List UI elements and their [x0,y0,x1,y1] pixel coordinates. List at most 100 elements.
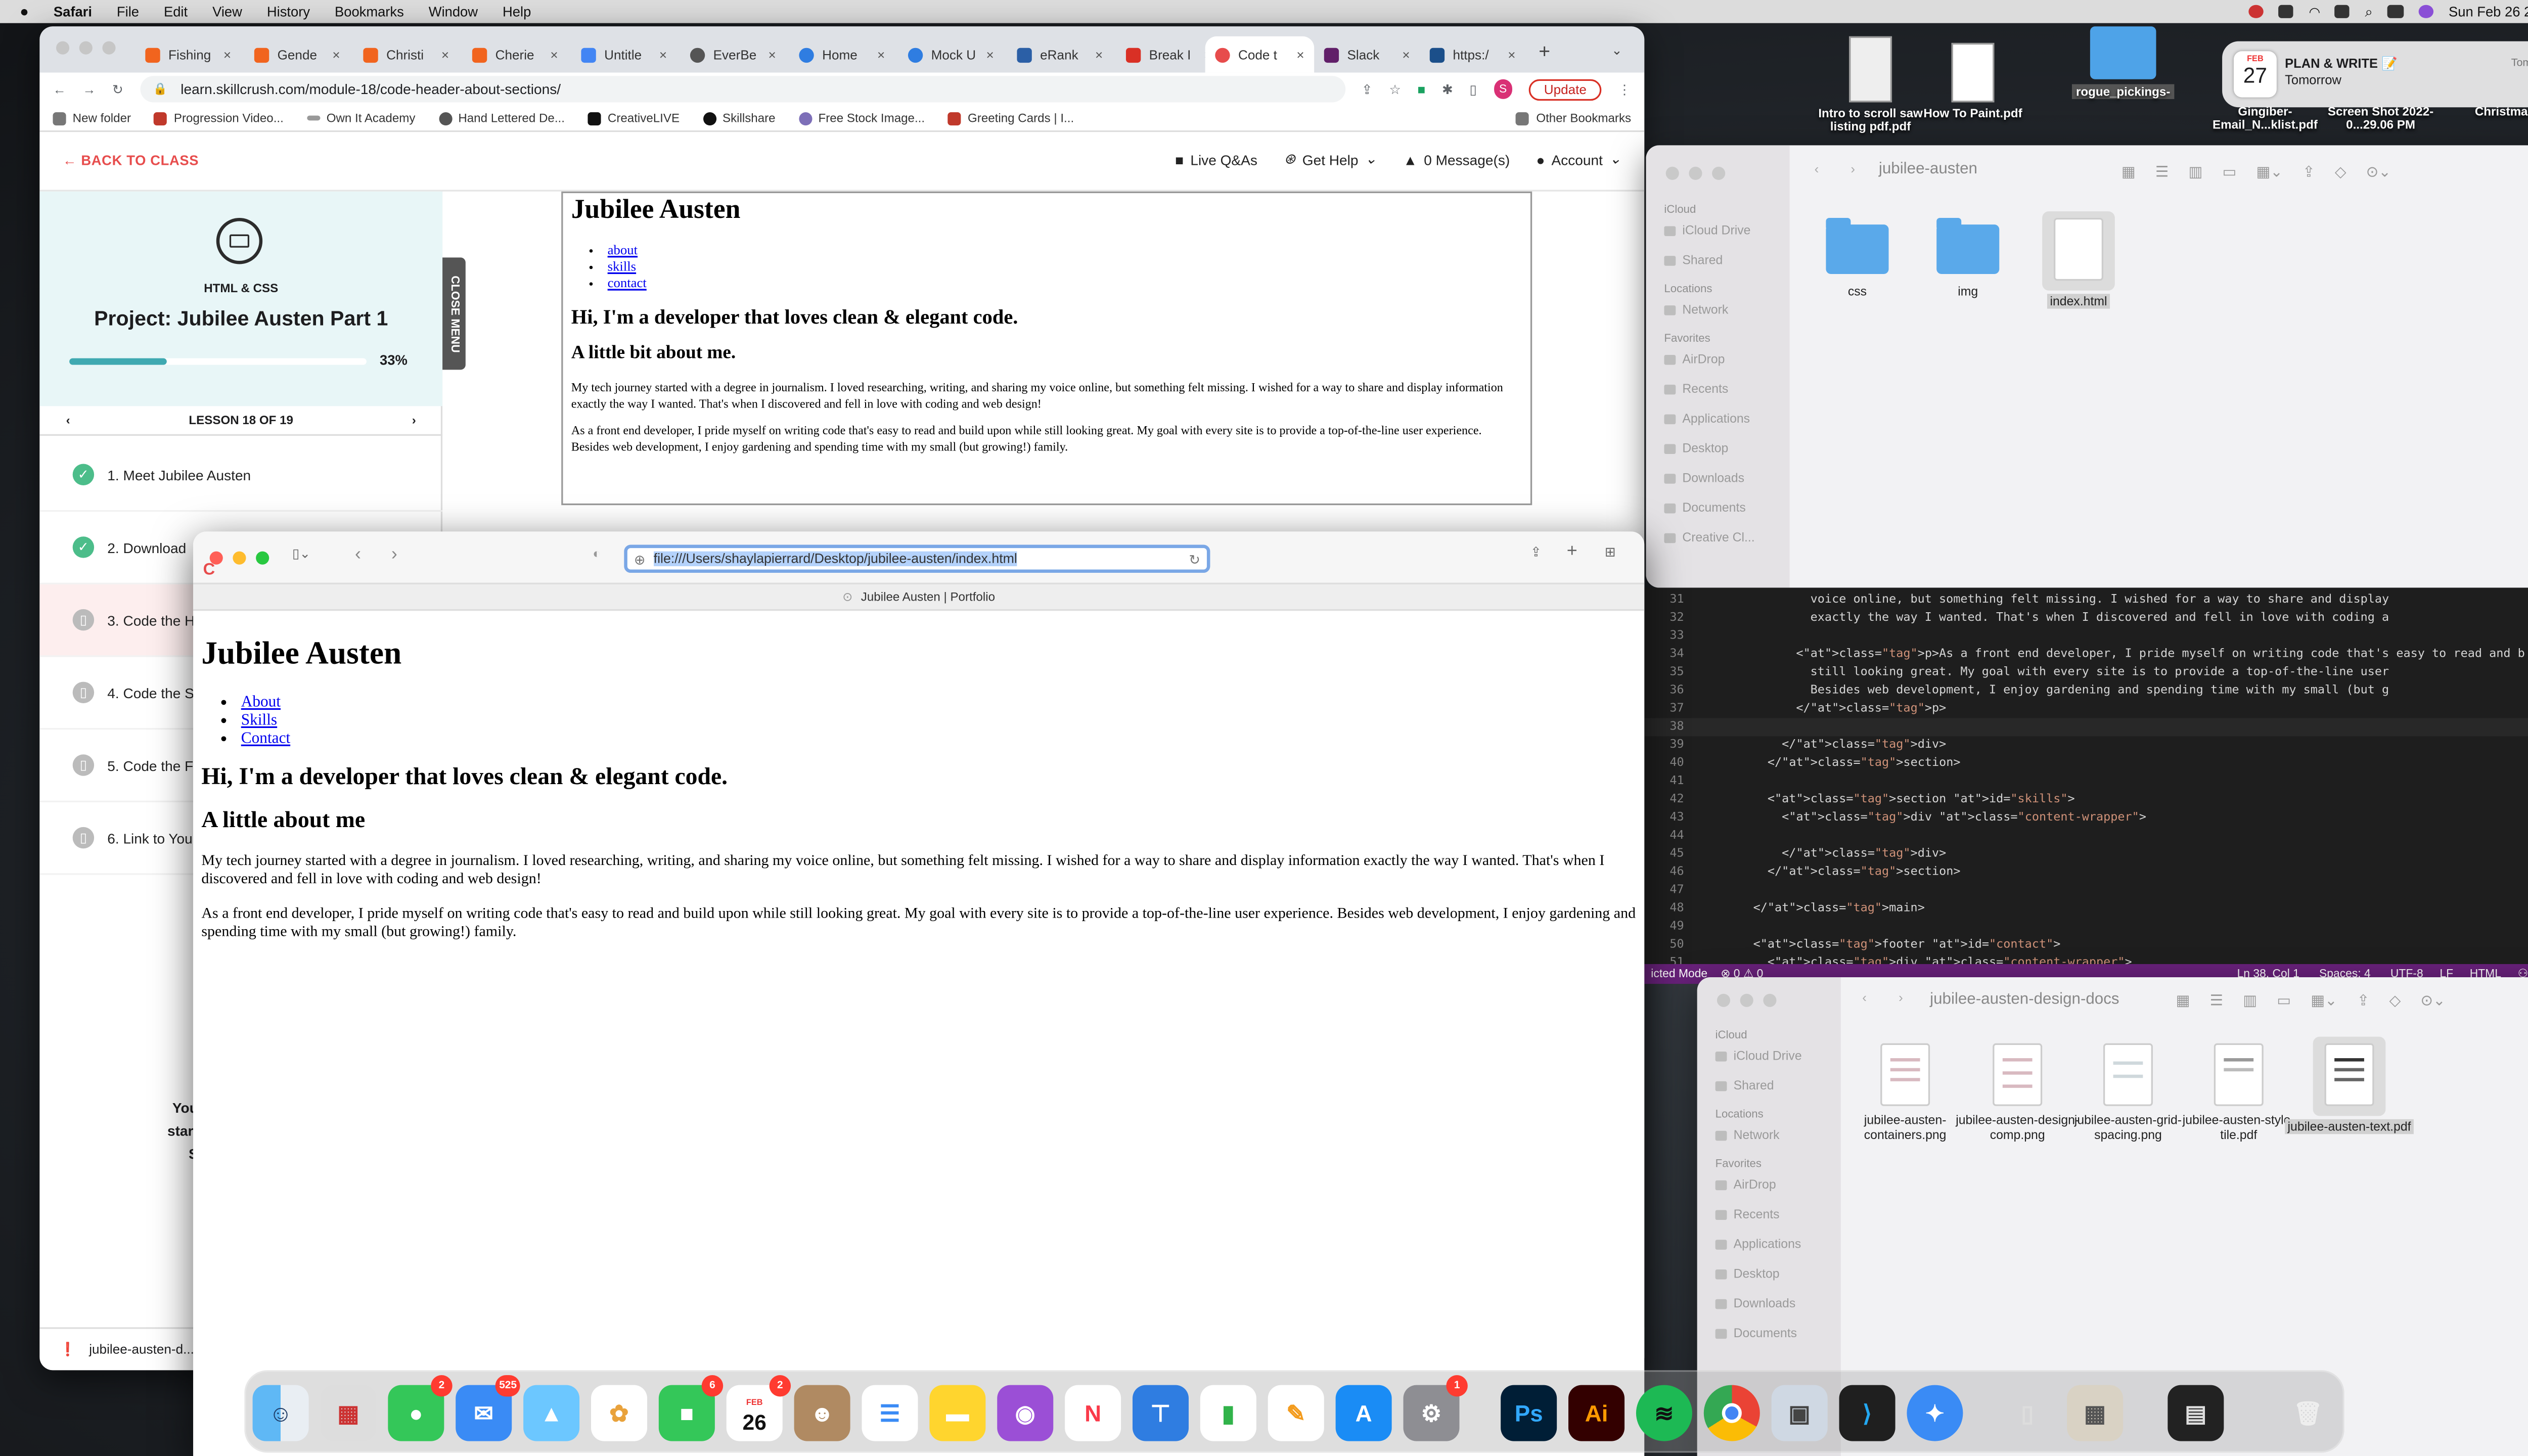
dock-trash[interactable]: 🗑 [2280,1385,2336,1441]
dock-calendar[interactable]: FEB 26 2 [726,1375,791,1441]
account-link[interactable]: ● Account ⌄ [1536,150,1621,168]
tab-code-active[interactable]: Code t × [1205,36,1315,73]
close-tab-icon[interactable]: × [1095,47,1103,62]
sidebar-toggle-icon[interactable]: ▯⌄ [292,547,310,561]
tab-everbee[interactable]: EverBe × [680,36,786,73]
bookmark-star-icon[interactable]: ☆ [1389,82,1401,97]
minimize-window-icon[interactable] [79,41,93,55]
group-icon[interactable]: ▦⌄ [2311,992,2337,1010]
tag-icon[interactable]: ◇ [2335,163,2346,181]
new-tab-icon[interactable]: + [1539,39,1550,63]
dock-preview[interactable]: ▣ [1771,1385,1828,1441]
privacy-shield-icon[interactable]: ◐ [593,547,601,561]
forward-arrow-icon[interactable]: › [1850,162,1855,176]
bookmark-greeting-cards[interactable]: Greeting Cards | I... [947,111,1074,125]
sidebar-item-recents[interactable]: Recents [1715,1207,1841,1221]
dock-messages[interactable]: ● 2 [388,1375,453,1441]
back-to-class-link[interactable]: ← BACK TO CLASS [63,152,199,168]
sidebar-item-applications[interactable]: Applications [1664,411,1789,426]
icon-view-icon[interactable]: ▦ [2121,163,2136,181]
prev-lesson-icon[interactable]: ‹ [66,413,70,427]
tab-erank[interactable]: eRank × [1007,36,1113,73]
dock-safari[interactable]: ✦ [1907,1385,1963,1441]
tab-mock[interactable]: Mock U × [898,36,1004,73]
maximize-window-icon[interactable] [102,41,116,55]
close-tab-icon[interactable]: × [659,47,667,62]
code-line[interactable]: 42 <"at">class="tag">section "at">id="sk… [1644,791,2528,809]
code-line[interactable]: 40 </"at">class="tag">section> [1644,754,2528,772]
control-center-icon[interactable] [2335,5,2351,18]
close-tab-icon[interactable]: × [332,47,340,62]
live-qa-link[interactable]: ■ Live Q&As [1175,150,1257,168]
dock-news[interactable]: N [1065,1385,1121,1441]
tab-home[interactable]: Home × [789,36,895,73]
share-icon[interactable]: ⇪ [1530,545,1542,560]
sidebar-item-downloads[interactable]: Downloads [1715,1296,1841,1311]
code-line[interactable]: 38 [1644,718,2528,737]
close-tab-icon[interactable]: × [441,47,449,62]
code-line[interactable]: 36 Besides web development, I enjoy gard… [1644,682,2528,700]
bookmark-new-folder[interactable]: New folder [53,111,131,125]
dock-chrome[interactable] [1703,1385,1760,1441]
desktop-file-screenshot[interactable]: Screen Shot 2022-0...29.06 PM [2318,105,2443,132]
file-text-pdf[interactable]: jubilee-austen-text.pdf [2283,1036,2415,1134]
bookmark-hand-lettered[interactable]: Hand Lettered De... [438,111,565,125]
tab-etsy-christi[interactable]: Christi × [353,36,459,73]
dock-vscode[interactable]: ⟩ [1839,1385,1895,1441]
reload-icon[interactable]: ↻ [1189,551,1200,567]
nav-link-skills[interactable]: Skills [241,711,277,730]
desktop-file-gingiber[interactable]: Gingiber-Email_N...klist.pdf [2213,105,2318,132]
code-line[interactable]: 46 </"at">class="tag">section> [1644,863,2528,882]
sidebar-item-recents[interactable]: Recents [1664,381,1789,396]
code-line[interactable]: 49 [1644,918,2528,936]
tag-icon[interactable]: ◇ [2389,992,2401,1010]
code-line[interactable]: 39 </"at">class="tag">div> [1644,736,2528,754]
tab-overview-icon[interactable]: ⊞ [1605,545,1616,560]
close-tab-icon[interactable]: × [223,47,231,62]
action-icon[interactable]: ⊙⌄ [2420,992,2445,1010]
tab-docs-untitled[interactable]: Untitle × [571,36,677,73]
share-icon[interactable]: ⇪ [1362,82,1373,97]
back-arrow-icon[interactable]: ‹ [1815,162,1819,176]
file-index-html[interactable]: index.html [2012,211,2144,309]
gallery-view-icon[interactable]: ▭ [2277,992,2291,1010]
apple-menu-icon[interactable]: ● [20,4,29,20]
preview-link-contact[interactable]: contact [608,276,647,290]
sidebar-item-shared[interactable]: Shared [1715,1078,1841,1093]
close-tab-icon[interactable]: × [550,47,558,62]
maximize-window-icon[interactable] [256,551,269,565]
close-window-icon[interactable] [1717,993,1731,1007]
menu-bookmarks[interactable]: Bookmarks [335,4,404,20]
menubar-clock[interactable]: Sun Feb 26 2:34 PM [2449,4,2528,20]
minimize-window-icon[interactable] [1740,993,1753,1007]
code-line[interactable]: 33 [1644,627,2528,646]
dock-keynote[interactable]: ⊤ [1133,1385,1189,1441]
code-line[interactable]: 32 exactly the way I wanted. That's when… [1644,609,2528,627]
code-line[interactable]: 41 [1644,772,2528,791]
menu-file[interactable]: File [117,4,139,20]
minimize-window-icon[interactable] [1689,166,1702,180]
dock-illustrator[interactable]: Ai [1568,1385,1625,1441]
control-toggle-icon[interactable] [2387,5,2404,18]
tab-etsy-fishing[interactable]: Fishing × [136,36,241,73]
code-line[interactable]: 45 </"at">class="tag">div> [1644,845,2528,863]
gallery-view-icon[interactable]: ▭ [2222,163,2236,181]
action-icon[interactable]: ⊙⌄ [2366,163,2391,181]
sidepanel-icon[interactable]: ▯ [1470,82,1477,97]
bookmark-stock-images[interactable]: Free Stock Image... [798,111,925,125]
close-menu-button[interactable]: CLOSE MENU [442,257,466,370]
dock-numbers[interactable]: ▮ [1200,1385,1256,1441]
dock-app-store[interactable]: A [1335,1385,1392,1441]
dock-launchpad[interactable]: ▦ [320,1385,377,1441]
code-line[interactable]: 37 </"at">class="tag">p> [1644,700,2528,718]
lesson-item[interactable]: ✓ 1. Meet Jubilee Austen [39,439,443,512]
dock-podcasts[interactable]: ◉ [997,1385,1054,1441]
address-bar[interactable]: 🔒 learn.skillcrush.com/module-18/code-he… [140,76,1345,103]
menu-edit[interactable]: Edit [164,4,188,20]
bookmark-progression[interactable]: Progression Video... [154,111,284,125]
dock-notes[interactable]: ▬ [929,1385,986,1441]
tab-etsy-cherie[interactable]: Cherie × [462,36,568,73]
search-icon[interactable]: ⌕ [2365,3,2372,21]
reload-icon[interactable]: ↻ [112,82,123,97]
sidebar-item-network[interactable]: Network [1664,302,1789,317]
